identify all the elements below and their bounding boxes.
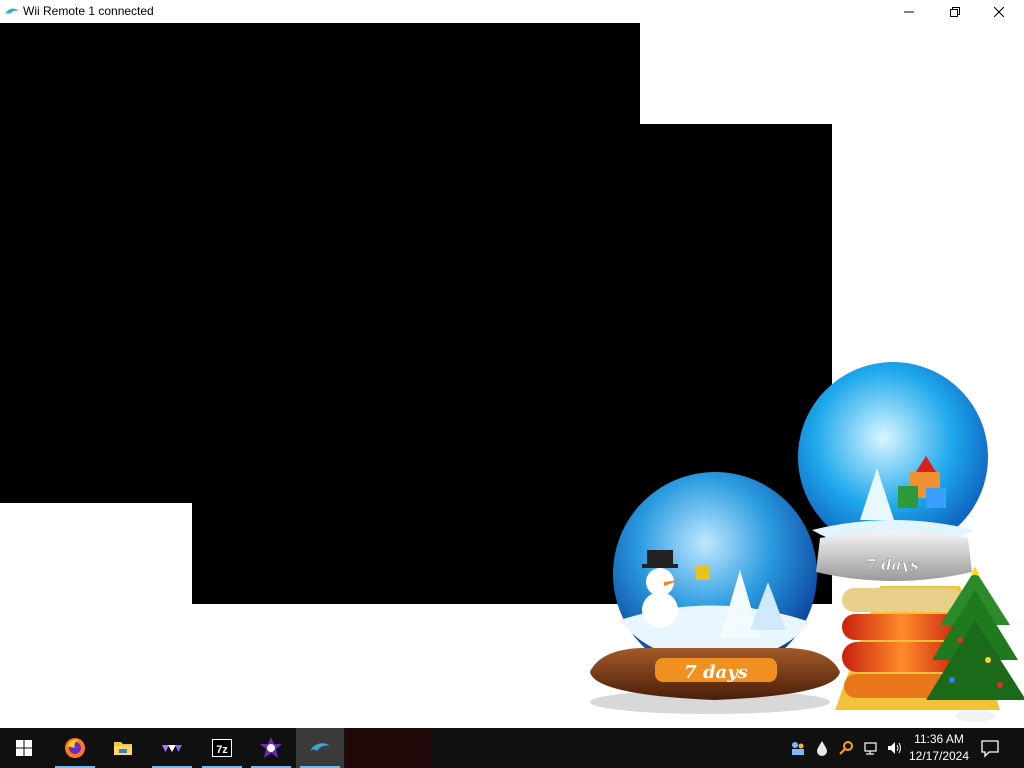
close-button[interactable] xyxy=(976,0,1022,23)
game-viewport[interactable] xyxy=(0,23,640,503)
globe-right-label: 7 days xyxy=(865,556,919,574)
taskbar-clock[interactable]: 11:36 AM 12/17/2024 xyxy=(906,731,972,765)
clock-date: 12/17/2024 xyxy=(908,749,970,763)
restore-button[interactable] xyxy=(932,0,978,23)
snow-globe-decoration: 7 days 7 days xyxy=(590,362,1024,722)
clock-time: 11:36 AM xyxy=(914,732,964,746)
dolphin-icon xyxy=(310,743,330,751)
close-icon xyxy=(994,6,1004,17)
action-center-icon[interactable] xyxy=(980,738,1000,758)
taskbar-empty-slot xyxy=(346,728,432,768)
search-key-icon[interactable] xyxy=(838,740,854,756)
dolphin-button[interactable] xyxy=(296,728,344,768)
windows-logo-icon xyxy=(16,740,32,756)
taskbar: 7z 11:36 AM 12/17/2024 xyxy=(0,728,1024,768)
title-bar: Wii Remote 1 connected xyxy=(0,0,1024,23)
speaker-icon[interactable] xyxy=(886,740,902,756)
7z-label: 7z xyxy=(216,744,228,756)
app-button[interactable] xyxy=(148,728,196,768)
firefox-icon xyxy=(65,738,85,758)
dolphin-icon xyxy=(5,8,19,14)
globe-left-label: 7 days xyxy=(684,662,748,683)
restore-icon xyxy=(950,6,960,17)
file-explorer-button[interactable] xyxy=(99,728,147,768)
start-button[interactable] xyxy=(0,728,48,768)
game-viewport-overlay-2 xyxy=(192,503,640,604)
network-icon[interactable] xyxy=(862,740,878,756)
firefox-button[interactable] xyxy=(51,728,99,768)
dark-star-icon xyxy=(260,737,282,758)
people-icon[interactable] xyxy=(790,740,806,756)
minimize-button[interactable] xyxy=(886,0,932,23)
window-title: Wii Remote 1 connected xyxy=(23,4,154,18)
7zip-button[interactable]: 7z xyxy=(198,728,246,768)
triangles-icon xyxy=(162,745,182,752)
app-button-2[interactable] xyxy=(247,728,295,768)
7z-icon: 7z xyxy=(212,739,232,757)
folder-icon xyxy=(114,742,132,755)
minimize-icon xyxy=(904,11,914,12)
droplet-icon[interactable] xyxy=(814,740,830,756)
